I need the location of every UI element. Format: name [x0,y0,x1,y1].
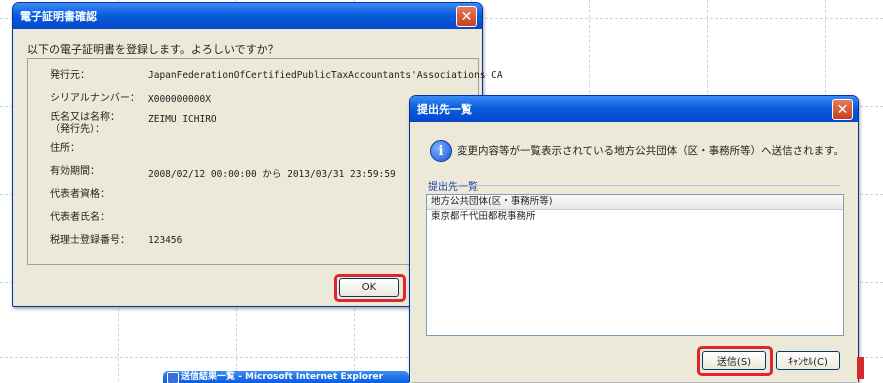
serial-number-value: X000000000X [148,94,211,105]
tax-accountant-number-label: 税理士登録番号： [50,235,130,246]
issuer-label: 発行元： [50,70,90,81]
destination-list[interactable]: 地方公共団体(区・事務所等) 東京都千代田都税事務所 [426,194,844,336]
submission-destination-dialog: 提出先一覧 ✕ i 変更内容等が一覧表示されている地方公共団体（区・事務所等）へ… [409,95,859,382]
destination-dialog-title: 提出先一覧 [417,103,472,116]
destination-info-message: 変更内容等が一覧表示されている地方公共団体（区・事務所等）へ送信されます。 [457,145,845,157]
certificate-dialog-title: 電子証明書確認 [20,10,97,23]
close-icon[interactable]: ✕ [456,6,477,27]
info-icon: i [430,140,452,162]
tax-accountant-number-value: 123456 [148,235,183,246]
destination-dialog-titlebar[interactable]: 提出先一覧 ✕ [410,96,858,122]
list-item[interactable]: 東京都千代田都税事務所 [427,210,843,223]
representative-name-label: 代表者氏名： [50,212,110,223]
group-divider [468,185,840,186]
cancel-button[interactable]: ｷｬﾝｾﾙ(C) [776,351,840,370]
destination-list-header[interactable]: 地方公共団体(区・事務所等) [427,195,843,210]
representative-title-label: 代表者資格： [50,189,110,200]
address-label: 住所： [50,143,80,154]
certificate-confirm-message: 以下の電子証明書を登録します。よろしいですか？ [27,43,279,56]
issuer-value: JapanFederationOfCertifiedPublicTaxAccou… [148,70,503,81]
red-window-edge [857,357,864,379]
ie-window-titlebar[interactable]: 送信結果一覧 - Microsoft Internet Explorer [163,371,409,383]
serial-number-label: シリアルナンバー： [50,93,140,104]
subject-name-label: 氏名又は名称： （発行先）： [50,112,120,135]
ok-button[interactable]: OK [339,278,399,297]
close-icon[interactable]: ✕ [832,99,853,120]
ie-icon [167,372,179,383]
validity-period-label: 有効期間： [50,166,100,177]
send-button[interactable]: 送信(S) [702,351,766,370]
subject-name-value: ZEIMU ICHIRO [148,114,217,125]
certificate-dialog-titlebar[interactable]: 電子証明書確認 ✕ [13,3,482,29]
validity-period-value: 2008/02/12 00:00:00 から 2013/03/31 23:59:… [148,169,396,180]
